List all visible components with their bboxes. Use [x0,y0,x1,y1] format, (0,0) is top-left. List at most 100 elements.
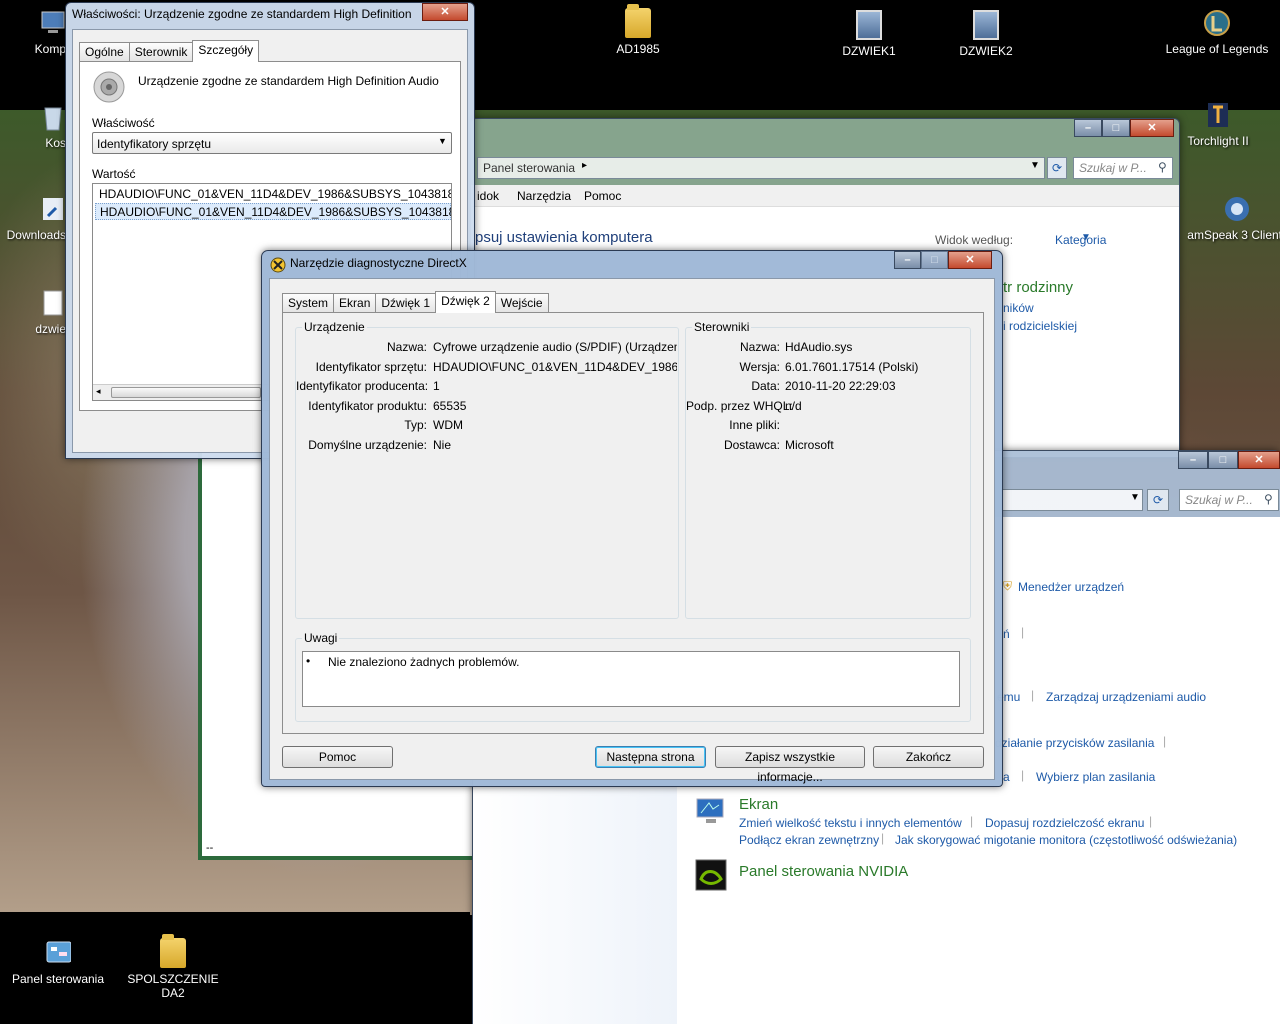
link-separator: | [1021,625,1025,639]
scrollbar-thumb[interactable] [111,387,261,398]
save-all-info-button[interactable]: Zapisz wszystkie informacje... [715,746,865,784]
notes-box[interactable]: • Nie znaleziono żadnych problemów. [302,651,960,707]
close-button[interactable]: ✕ [948,251,992,269]
resolution-link[interactable]: Dopasuj rozdzielczość ekranu [985,816,1144,830]
search-input[interactable]: Szukaj w P... ⚲ [1179,489,1279,511]
chevron-down-icon[interactable]: ▼ [1030,160,1040,171]
provider-label: Dostawca: [723,438,780,452]
address-bar[interactable]: Panel sterowania ▸ ▼ [477,157,1045,179]
next-page-button[interactable]: Następna strona [595,746,706,768]
nvidia-panel-link[interactable]: Panel sterowania NVIDIA [739,863,908,880]
link-separator: | [881,831,885,845]
desktop-icon-spolszczenie[interactable]: SPOLSZCZENIE DA2 [118,934,228,1000]
minimize-button[interactable]: – [1178,451,1208,469]
desktop-icon-teamspeak[interactable]: amSpeak 3 Client [1170,194,1280,242]
tab-input[interactable]: Wejście [494,293,549,313]
device-manager-link[interactable]: Menedżer urządzeń [1018,580,1124,594]
desktop-icon-dzwiek1[interactable]: DZWIEK1 [814,10,924,58]
desktop-icon-downloads[interactable]: Downloads [0,194,66,242]
menu-help[interactable]: Pomoc [584,189,621,203]
property-select-value: Identyfikatory sprzętu [97,137,212,151]
manage-audio-devices-link[interactable]: Zarządzaj urządzeniami audio [1046,690,1206,704]
text-size-link[interactable]: Zmień wielkość tekstu i innych elementów [739,816,962,830]
partial-link-a[interactable]: a [1003,770,1010,784]
whql-label: Podp. przez WHQL: [686,399,793,413]
torchlight-icon [1208,103,1228,127]
driver-version-value: 6.01.7601.17514 (Polski) [785,360,919,374]
scroll-left-icon[interactable]: ◂ [96,386,101,397]
editor-status-text: -- [206,842,214,854]
drivers-group-label: Sterowniki [692,320,752,334]
chevron-down-icon[interactable]: ▼ [1130,492,1140,503]
desktop-icon-league-of-legends[interactable]: League of Legends [1162,8,1272,56]
device-group-label: Urządzenie [302,320,367,334]
tab-sound-2[interactable]: Dźwięk 2 [435,291,496,313]
desktop-icon-label: Panel sterowania [11,972,105,986]
product-id-label: Identyfikator produktu: [308,399,427,413]
value-label: Wartość [92,167,136,181]
power-buttons-link[interactable]: działanie przycisków zasilania [995,736,1154,750]
menu-tools[interactable]: Narzędzia [517,189,571,203]
maximize-button[interactable]: □ [1208,451,1238,469]
desktop-icon-label: AD1985 [616,42,660,56]
tab-sound-1[interactable]: Dźwięk 1 [375,293,437,313]
desktop-icon-ad1985[interactable]: AD1985 [583,4,693,56]
breadcrumb-arrow-icon: ▸ [582,160,588,171]
notes-group-label: Uwagi [302,631,340,645]
close-button[interactable]: ✕ [422,3,468,21]
menu-view[interactable]: idok [477,189,499,203]
property-select[interactable]: Identyfikatory sprzętu ▼ [92,132,452,154]
default-device-value: Nie [433,438,452,452]
list-item[interactable]: HDAUDIO\FUNC_01&VEN_11D4&DEV_1986&SUBSYS… [95,186,451,203]
maximize-button[interactable]: □ [1102,119,1130,137]
list-item-selected[interactable]: HDAUDIO\FUNC_01&VEN_11D4&DEV_1986&SUBSYS… [95,203,451,220]
flicker-help-link[interactable]: Jak skorygować migotanie monitora (częst… [895,833,1237,847]
minimize-button[interactable]: – [894,251,921,269]
desktop-icon-label: DZWIEK1 [842,44,896,58]
family-safety-link-accounts[interactable]: ników [1003,301,1034,315]
close-button[interactable]: ✕ [1130,119,1174,137]
hardware-id-label: Identyfikator sprzętu: [315,360,427,374]
power-plan-link[interactable]: Wybierz plan zasilania [1036,770,1155,784]
desktop-icon-dzwie[interactable]: dzwie [0,288,66,336]
exit-button[interactable]: Zakończ [873,746,984,768]
family-safety-link-parental[interactable]: i rodzicielskiej [1003,319,1077,333]
tab-general[interactable]: Ogólne [79,42,130,62]
tab-driver[interactable]: Sterownik [128,42,194,62]
refresh-icon[interactable]: ⟳ [1047,157,1067,179]
tab-details[interactable]: Szczegóły [192,40,260,62]
desktop-icon-dzwiek2[interactable]: DZWIEK2 [931,10,1041,58]
league-of-legends-icon [1204,10,1230,36]
desktop-icon-label: Komp [34,42,66,56]
chevron-down-icon: ▼ [1081,232,1091,243]
document-icon [43,290,63,316]
notes-text: Nie znaleziono żadnych problemów. [328,655,520,669]
dxdiag-window[interactable]: Narzędzie diagnostyczne DirectX – □ ✕ Sy… [261,250,1003,787]
desktop-icon-label: Kos [45,136,66,150]
refresh-icon[interactable]: ⟳ [1147,489,1169,511]
link-separator: | [1021,768,1025,782]
search-icon: ⚲ [1264,492,1273,506]
close-button[interactable]: ✕ [1238,451,1280,469]
external-display-link[interactable]: Podłącz ekran zewnętrzny [739,833,879,847]
tab-display[interactable]: Ekran [333,293,377,313]
device-name-value: Cyfrowe urządzenie audio (S/PDIF) (Urząd… [433,340,677,354]
display-heading[interactable]: Ekran [739,796,778,813]
desktop-icon-computer[interactable]: Komp [0,8,66,56]
folder-icon [160,934,186,968]
recycle-bin-icon [44,107,62,131]
desktop-icon-label: amSpeak 3 Client [1187,228,1280,242]
partial-link-n[interactable]: ń [1003,627,1010,641]
desktop-icon-recycle-bin[interactable]: Kos [0,102,66,150]
help-button[interactable]: Pomoc [282,746,393,768]
page-title: psuj ustawienia komputera [475,229,653,246]
minimize-button[interactable]: – [1074,119,1102,137]
address-text: Panel sterowania [483,161,576,175]
tab-system[interactable]: System [282,293,335,313]
family-safety-heading[interactable]: tr rodzinny [1003,279,1073,296]
desktop-icon-label: Torchlight II [1187,134,1249,148]
desktop-icon-control-panel[interactable]: Panel sterowania [3,938,113,986]
desktop-icon-label: DZWIEK2 [959,44,1013,58]
address-bar[interactable]: ▼ [1001,489,1143,511]
search-input[interactable]: Szukaj w P... ⚲ [1073,157,1173,179]
